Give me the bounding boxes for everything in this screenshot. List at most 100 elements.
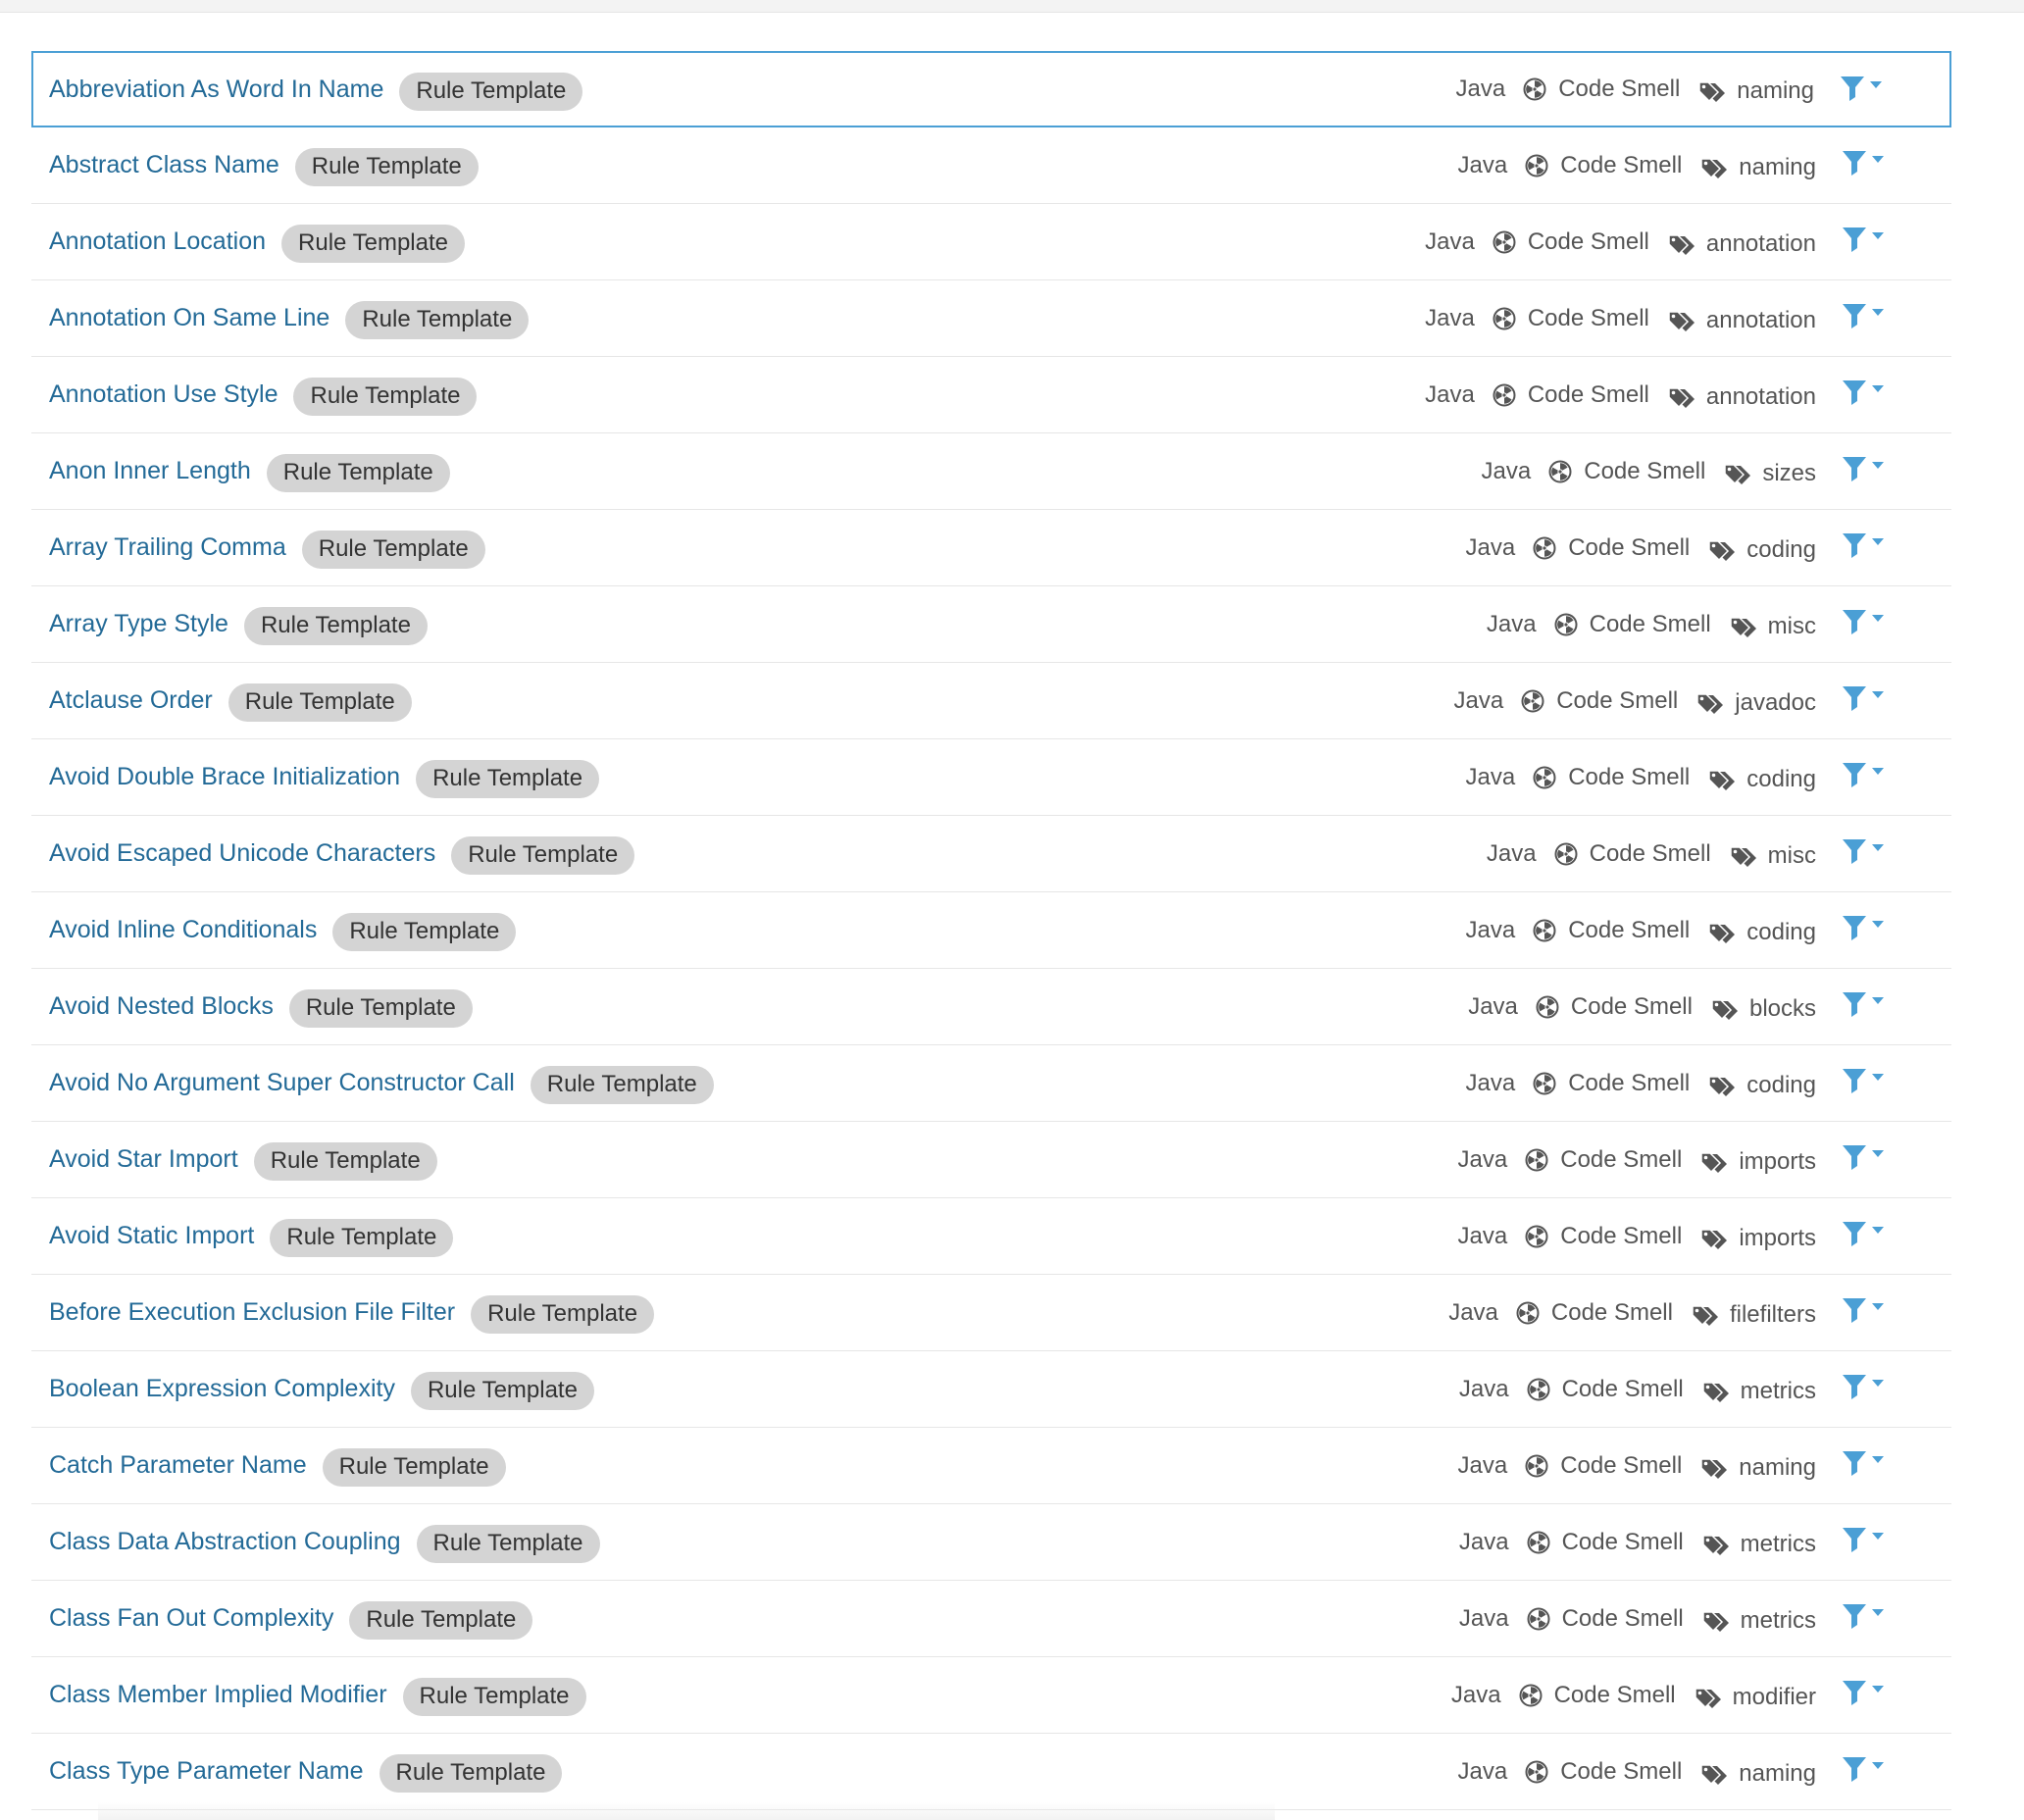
similar-rules-filter-button[interactable] bbox=[1842, 1602, 1885, 1630]
rule-language: Java bbox=[1458, 1604, 1509, 1632]
chevron-down-icon bbox=[1872, 768, 1884, 775]
rule-name-link[interactable]: Class Data Abstraction Coupling bbox=[49, 1528, 401, 1556]
rule-row[interactable]: Class Type Parameter Name Rule Template … bbox=[31, 1734, 1951, 1810]
filter-icon bbox=[1843, 992, 1866, 1017]
rule-row[interactable]: Avoid Inline Conditionals Rule Template … bbox=[31, 892, 1951, 969]
rule-name-link[interactable]: Abstract Class Name bbox=[49, 151, 279, 179]
similar-rules-filter-button[interactable] bbox=[1842, 531, 1885, 559]
tag-icon bbox=[1701, 1381, 1729, 1402]
similar-rules-filter-button[interactable] bbox=[1842, 914, 1885, 941]
similar-rules-filter-button[interactable] bbox=[1842, 455, 1885, 482]
similar-rules-filter-button[interactable] bbox=[1842, 684, 1885, 712]
similar-rules-filter-button[interactable] bbox=[1842, 1373, 1885, 1400]
rule-name-link[interactable]: Class Fan Out Complexity bbox=[49, 1604, 333, 1633]
similar-rules-filter-button[interactable] bbox=[1842, 1220, 1885, 1247]
rule-name-link[interactable]: Avoid No Argument Super Constructor Call bbox=[49, 1069, 515, 1097]
rule-name-link[interactable]: Annotation Location bbox=[49, 228, 266, 256]
rule-name-link[interactable]: Avoid Nested Blocks bbox=[49, 992, 274, 1021]
rule-title: Class Member Implied Modifier Rule Templ… bbox=[49, 1676, 1451, 1716]
rule-row[interactable]: Avoid Nested Blocks Rule Template Java C… bbox=[31, 969, 1951, 1045]
similar-rules-filter-button[interactable] bbox=[1842, 608, 1885, 635]
similar-rules-filter-button[interactable] bbox=[1842, 1449, 1885, 1477]
rule-template-badge: Rule Template bbox=[281, 225, 465, 263]
rule-name-link[interactable]: Array Type Style bbox=[49, 610, 228, 638]
rule-name-link[interactable]: Avoid Star Import bbox=[49, 1145, 238, 1174]
filter-icon bbox=[1843, 1757, 1866, 1782]
rule-name-link[interactable]: Annotation Use Style bbox=[49, 380, 278, 409]
similar-rules-filter-button[interactable] bbox=[1840, 75, 1883, 102]
rule-row[interactable]: Catch Parameter Name Rule Template Java … bbox=[31, 1428, 1951, 1504]
rule-name-link[interactable]: Catch Parameter Name bbox=[49, 1451, 307, 1480]
rule-row[interactable]: Abbreviation As Word In Name Rule Templa… bbox=[31, 51, 1951, 127]
rule-row[interactable]: Class Fan Out Complexity Rule Template J… bbox=[31, 1581, 1951, 1657]
rule-name-link[interactable]: Class Member Implied Modifier bbox=[49, 1681, 387, 1709]
rule-row[interactable]: Avoid Static Import Rule Template Java C… bbox=[31, 1198, 1951, 1275]
similar-rules-filter-button[interactable] bbox=[1842, 1679, 1885, 1706]
filter-icon bbox=[1843, 1681, 1866, 1705]
chevron-down-icon bbox=[1872, 156, 1884, 163]
rule-row[interactable]: Abstract Class Name Rule Template Java C… bbox=[31, 127, 1951, 204]
rule-row[interactable]: Annotation On Same Line Rule Template Ja… bbox=[31, 280, 1951, 357]
rule-row[interactable]: Boolean Expression Complexity Rule Templ… bbox=[31, 1351, 1951, 1428]
similar-rules-filter-button[interactable] bbox=[1842, 149, 1885, 177]
rule-row[interactable]: Array Trailing Comma Rule Template Java … bbox=[31, 510, 1951, 586]
rule-row[interactable]: Avoid No Argument Super Constructor Call… bbox=[31, 1045, 1951, 1122]
rule-template-badge: Rule Template bbox=[288, 989, 473, 1028]
similar-rules-filter-button[interactable] bbox=[1842, 1296, 1885, 1324]
rule-meta: Java Code Smell metrics bbox=[1459, 1376, 1816, 1404]
rule-meta: Java Code Smell imports bbox=[1458, 1146, 1816, 1175]
similar-rules-filter-button[interactable] bbox=[1842, 1067, 1885, 1094]
rule-name-link[interactable]: Array Trailing Comma bbox=[49, 533, 286, 562]
rule-meta: Java Code Smell naming bbox=[1458, 1758, 1816, 1787]
similar-rules-filter-button[interactable] bbox=[1842, 379, 1885, 406]
rule-row[interactable]: Class Member Implied Modifier Rule Templ… bbox=[31, 1657, 1951, 1734]
chevron-down-icon bbox=[1872, 462, 1884, 469]
similar-rules-filter-button[interactable] bbox=[1842, 302, 1885, 329]
rule-row[interactable]: Anon Inner Length Rule Template Java Cod… bbox=[31, 433, 1951, 510]
rule-name-link[interactable]: Annotation On Same Line bbox=[49, 304, 329, 332]
filter-icon bbox=[1843, 686, 1866, 711]
rule-name-link[interactable]: Avoid Static Import bbox=[49, 1222, 254, 1250]
rule-name-link[interactable]: Avoid Inline Conditionals bbox=[49, 916, 317, 944]
rule-title: Abstract Class Name Rule Template bbox=[49, 146, 1458, 186]
rule-template-badge: Rule Template bbox=[410, 1372, 594, 1410]
filter-icon bbox=[1843, 1451, 1866, 1476]
filter-icon bbox=[1843, 610, 1866, 634]
rule-meta: Java Code Smell coding bbox=[1466, 534, 1817, 563]
similar-rules-filter-button[interactable] bbox=[1842, 837, 1885, 865]
filter-icon bbox=[1843, 304, 1866, 329]
rule-row[interactable]: Avoid Escaped Unicode Characters Rule Te… bbox=[31, 816, 1951, 892]
rule-row[interactable]: Avoid Star Import Rule Template Java Cod… bbox=[31, 1122, 1951, 1198]
rule-row[interactable]: Before Execution Exclusion File Filter R… bbox=[31, 1275, 1951, 1351]
rule-name-link[interactable]: Avoid Double Brace Initialization bbox=[49, 763, 400, 791]
rule-name-link[interactable]: Abbreviation As Word In Name bbox=[49, 76, 383, 104]
rule-row[interactable]: Atclause Order Rule Template Java Code S… bbox=[31, 663, 1951, 739]
similar-rules-filter-button[interactable] bbox=[1842, 1526, 1885, 1553]
rule-name-link[interactable]: Avoid Escaped Unicode Characters bbox=[49, 839, 435, 868]
rule-tag: naming bbox=[1737, 77, 1814, 104]
rule-name-link[interactable]: Before Execution Exclusion File Filter bbox=[49, 1298, 455, 1327]
rule-row[interactable]: Class Data Abstraction Coupling Rule Tem… bbox=[31, 1504, 1951, 1581]
similar-rules-filter-button[interactable] bbox=[1842, 761, 1885, 788]
rule-name-link[interactable]: Class Type Parameter Name bbox=[49, 1757, 364, 1786]
tag-icon bbox=[1708, 769, 1736, 790]
rule-title: Atclause Order Rule Template bbox=[49, 682, 1454, 722]
rule-row[interactable]: Annotation Location Rule Template Java C… bbox=[31, 204, 1951, 280]
similar-rules-filter-button[interactable] bbox=[1842, 1755, 1885, 1783]
rule-title: Avoid Double Brace Initialization Rule T… bbox=[49, 758, 1466, 798]
tag-icon bbox=[1700, 1457, 1728, 1479]
filter-icon bbox=[1841, 76, 1864, 101]
similar-rules-filter-button[interactable] bbox=[1842, 990, 1885, 1018]
tag-icon bbox=[1708, 1075, 1736, 1096]
similar-rules-filter-button[interactable] bbox=[1842, 226, 1885, 253]
rule-name-link[interactable]: Boolean Expression Complexity bbox=[49, 1375, 395, 1403]
similar-rules-filter-button[interactable] bbox=[1842, 1143, 1885, 1171]
rule-name-link[interactable]: Anon Inner Length bbox=[49, 457, 251, 485]
rule-type: Code Smell bbox=[1568, 916, 1691, 943]
rule-name-link[interactable]: Atclause Order bbox=[49, 686, 213, 715]
rule-row[interactable]: Avoid Double Brace Initialization Rule T… bbox=[31, 739, 1951, 816]
rule-row[interactable]: Annotation Use Style Rule Template Java … bbox=[31, 357, 1951, 433]
rule-type: Code Smell bbox=[1560, 1222, 1683, 1249]
tag-icon bbox=[1700, 1228, 1728, 1249]
rule-row[interactable]: Array Type Style Rule Template Java Code… bbox=[31, 586, 1951, 663]
